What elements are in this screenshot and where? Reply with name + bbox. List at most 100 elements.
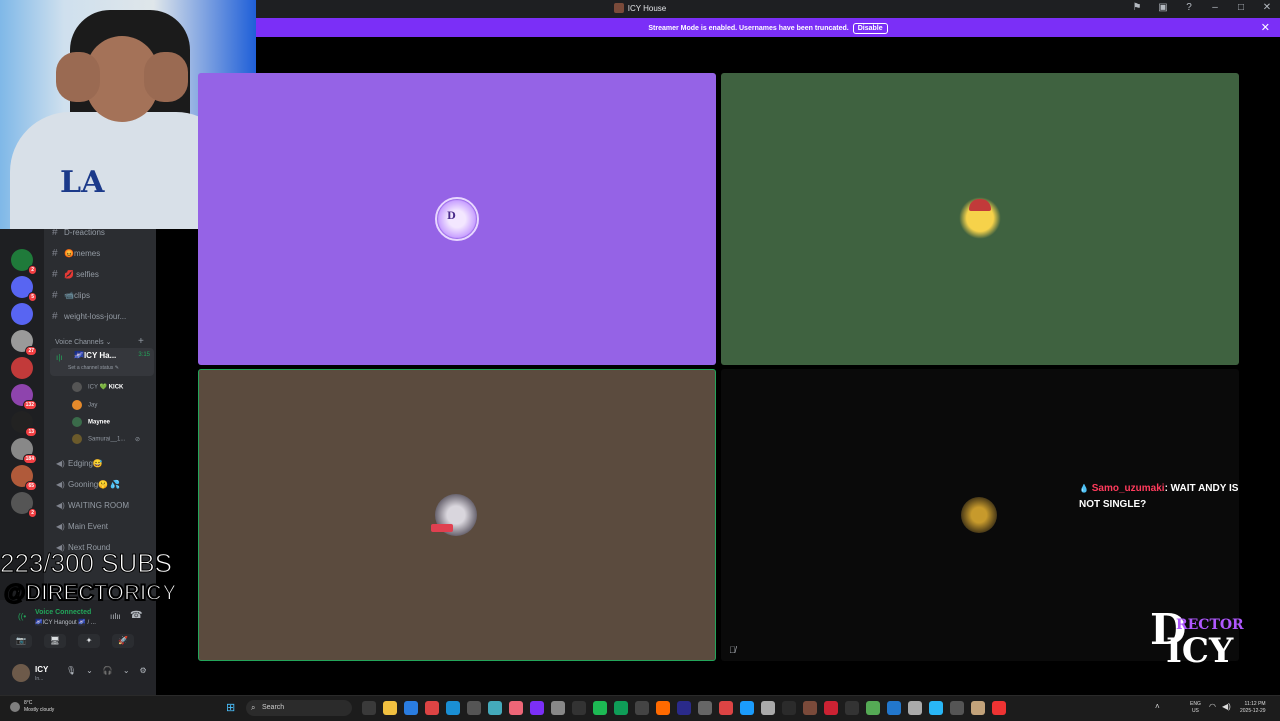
help-icon[interactable]: ? xyxy=(1182,2,1196,13)
taskbar-app-icon[interactable] xyxy=(929,701,943,715)
taskbar-app-icon[interactable] xyxy=(593,701,607,715)
server-icon[interactable]: 184 xyxy=(11,438,37,464)
video-tile[interactable] xyxy=(721,73,1239,365)
server-icon[interactable]: 132 xyxy=(11,384,37,410)
voice-member[interactable]: ICY 💚 KICK xyxy=(72,382,123,392)
hash-icon: # xyxy=(52,290,58,301)
taskbar-app-icon[interactable] xyxy=(467,701,481,715)
headphones-icon[interactable]: 🎧 xyxy=(103,666,113,675)
volume-icon[interactable]: ◀) xyxy=(1222,702,1231,711)
microphone-icon[interactable]: 🎙 xyxy=(66,666,76,675)
taskbar-app-icon[interactable] xyxy=(509,701,523,715)
taskbar-app-icon[interactable] xyxy=(656,701,670,715)
language-indicator[interactable]: ENG US xyxy=(1190,701,1201,715)
voice-channel-item[interactable]: ◀) Gooning🤫 💦 xyxy=(56,480,120,489)
taskbar-app-icon[interactable] xyxy=(635,701,649,715)
taskbar-app-icon[interactable] xyxy=(446,701,460,715)
taskbar-app-icon[interactable] xyxy=(803,701,817,715)
channel-item[interactable]: # 😡memes xyxy=(52,248,100,259)
screen-share-button[interactable]: 🖥 xyxy=(44,634,66,648)
taskbar-app-icon[interactable] xyxy=(719,701,733,715)
taskbar-app-icon[interactable] xyxy=(887,701,901,715)
server-icon[interactable]: 2 xyxy=(11,492,37,518)
hash-icon: # xyxy=(52,248,58,259)
chevron-up-icon[interactable]: ˄ xyxy=(1155,702,1160,711)
webcam-shirt-logo: LA xyxy=(60,165,105,200)
avatar[interactable] xyxy=(12,664,30,682)
channel-item[interactable]: # 💋 selfies xyxy=(52,269,99,280)
taskbar-app-icon[interactable] xyxy=(845,701,859,715)
minimize-button[interactable]: – xyxy=(1208,2,1222,13)
voice-actions: 📷 🖥 ✦ 🚀 xyxy=(10,634,134,648)
maximize-button[interactable]: □ xyxy=(1234,2,1248,13)
server-icon[interactable]: 65 xyxy=(11,465,37,491)
disable-streamer-mode-button[interactable]: Disable xyxy=(852,23,888,34)
taskbar-app-icon[interactable] xyxy=(740,701,754,715)
taskbar-app-icon[interactable] xyxy=(425,701,439,715)
server-icon[interactable]: 13 xyxy=(11,411,37,437)
taskbar-app-icon[interactable] xyxy=(404,701,418,715)
server-icon[interactable]: 5 xyxy=(11,276,37,302)
taskbar-app-icon[interactable] xyxy=(950,701,964,715)
chevron-down-icon[interactable]: ⌄ xyxy=(123,666,130,675)
add-channel-icon[interactable]: + xyxy=(138,336,144,347)
chevron-down-icon[interactable]: ⌄ xyxy=(86,666,93,675)
voice-channels-header[interactable]: Voice Channels ⌄ xyxy=(55,338,111,346)
disconnect-icon[interactable]: ☎ xyxy=(130,610,142,621)
banner-close-icon[interactable]: ✕ xyxy=(1261,21,1270,34)
channel-status[interactable]: Set a channel status ✎ xyxy=(68,365,119,371)
taskbar-app-icon[interactable] xyxy=(572,701,586,715)
taskbar-app-icon[interactable] xyxy=(971,701,985,715)
start-button[interactable]: ⊞ xyxy=(226,702,238,714)
speaker-icon: ◀) xyxy=(56,459,65,468)
taskbar-app-icon[interactable] xyxy=(362,701,376,715)
taskbar-app-icon[interactable] xyxy=(551,701,565,715)
voice-member[interactable]: Samurai__1... ⊘ xyxy=(72,434,140,444)
taskbar-app-icon[interactable] xyxy=(782,701,796,715)
taskbar-app-icon[interactable] xyxy=(824,701,838,715)
voice-channel-item[interactable]: ◀) WAITING ROOM xyxy=(56,501,129,510)
taskbar-app-icon[interactable] xyxy=(992,701,1006,715)
server-icon[interactable]: 2 xyxy=(11,249,37,275)
weather-widget[interactable]: 8°C Mostly cloudy xyxy=(10,700,54,714)
gear-icon[interactable]: ⚙ xyxy=(140,666,147,675)
taskbar-search[interactable]: ⌕ Search xyxy=(246,700,352,716)
weather-temp: 8°C xyxy=(24,700,33,706)
voice-channel-item[interactable]: ◀) Main Event xyxy=(56,522,108,531)
taskbar-app-icon[interactable] xyxy=(761,701,775,715)
screen-share-icon[interactable]: ▣ xyxy=(1156,2,1170,13)
camera-toggle-button[interactable]: 📷 xyxy=(10,634,32,648)
channel-item[interactable]: # 📹clips xyxy=(52,290,90,301)
channel-label: D-reactions xyxy=(64,228,105,237)
mention-badge: 27 xyxy=(25,346,37,356)
signal-icon[interactable]: ((• xyxy=(18,612,26,621)
taskbar-app-icon[interactable] xyxy=(383,701,397,715)
video-tile[interactable]: D xyxy=(198,73,716,365)
taskbar-app-icon[interactable] xyxy=(677,701,691,715)
channel-item[interactable]: # weight-loss-jour... xyxy=(52,311,126,322)
wifi-icon[interactable]: ◠ xyxy=(1209,702,1216,711)
server-icon[interactable] xyxy=(11,357,33,379)
mention-badge: 65 xyxy=(25,481,37,491)
waveform-icon[interactable]: ıılıı xyxy=(110,612,121,621)
system-clock[interactable]: 11:12 PM 2025-12-29 xyxy=(1240,701,1266,715)
taskbar-app-icon[interactable] xyxy=(698,701,712,715)
soundboard-button[interactable]: 🚀 xyxy=(112,634,134,648)
activities-button[interactable]: ✦ xyxy=(78,634,100,648)
taskbar-app-icon[interactable] xyxy=(908,701,922,715)
server-icon[interactable]: 27 xyxy=(11,330,37,356)
server-icon[interactable] xyxy=(11,303,33,325)
taskbar-app-icon[interactable] xyxy=(530,701,544,715)
voice-member[interactable]: Jay xyxy=(72,400,97,410)
voice-channel-path[interactable]: 🌌ICY Hangout 🌌 / ... xyxy=(35,619,96,626)
voice-channel-item[interactable]: ◀) Edging😅 xyxy=(56,459,103,468)
voice-member[interactable]: Maynee xyxy=(72,417,110,427)
video-tile-speaking[interactable] xyxy=(198,369,716,661)
streamer-handle: @DIRECTORICY xyxy=(3,579,178,606)
taskbar-app-icon[interactable] xyxy=(488,701,502,715)
active-voice-channel[interactable]: ı|ı 🌌ICY Ha... 3:15 Set a channel status… xyxy=(50,348,154,376)
inbox-icon[interactable]: ⚑ xyxy=(1130,2,1144,13)
close-window-button[interactable]: ✕ xyxy=(1260,2,1274,13)
taskbar-app-icon[interactable] xyxy=(614,701,628,715)
taskbar-app-icon[interactable] xyxy=(866,701,880,715)
